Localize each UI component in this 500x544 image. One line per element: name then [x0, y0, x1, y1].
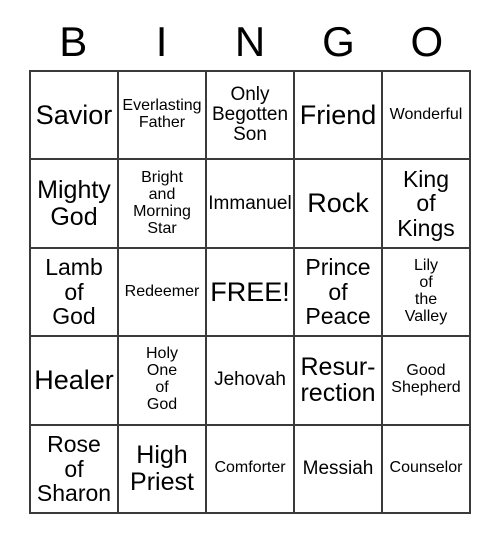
- bingo-cell-label: Good Shepherd: [391, 362, 461, 397]
- bingo-cell[interactable]: Prince of Peace: [295, 248, 383, 338]
- bingo-cell[interactable]: Holy One of God: [119, 337, 207, 426]
- bingo-cell[interactable]: Rock: [295, 160, 383, 249]
- bingo-cell-label: Comforter: [214, 459, 286, 477]
- bingo-cell[interactable]: Savior: [31, 72, 119, 161]
- bingo-cell-label: Prince of Peace: [305, 254, 371, 330]
- bingo-cell-label: Jehovah: [214, 369, 286, 391]
- bingo-cell[interactable]: Only Begotten Son: [207, 72, 295, 161]
- bingo-grid: Savior Everlasting Father Only Begotten …: [29, 70, 471, 514]
- bingo-cell-label: Friend: [299, 99, 377, 130]
- bingo-cell[interactable]: Comforter: [207, 425, 295, 514]
- bingo-cell-label: Messiah: [302, 457, 374, 479]
- bingo-cell[interactable]: High Priest: [119, 425, 207, 514]
- bingo-cell-label: Savior: [35, 99, 113, 130]
- bingo-cell[interactable]: Jehovah: [207, 337, 295, 426]
- bingo-cell[interactable]: Lily of the Valley: [383, 248, 471, 338]
- bingo-cell-label: King of Kings: [397, 166, 455, 241]
- bingo-cell[interactable]: Redeemer: [119, 248, 207, 338]
- bingo-cell[interactable]: Rose of Sharon: [31, 425, 119, 514]
- bingo-header-letter-n: N: [234, 18, 266, 65]
- bingo-cell-label: Mighty God: [37, 176, 111, 231]
- bingo-cell-label: Immanuel: [208, 192, 292, 214]
- bingo-cell-label: Counselor: [389, 459, 463, 477]
- bingo-cell-label: Lily of the Valley: [404, 257, 448, 325]
- bingo-card: B I N G O Savior Everlasting Father Only…: [0, 0, 500, 544]
- bingo-cell[interactable]: King of Kings: [383, 160, 471, 249]
- bingo-cell-label: Rose of Sharon: [36, 431, 112, 506]
- bingo-cell-label: Healer: [34, 365, 114, 396]
- bingo-cell[interactable]: Messiah: [295, 425, 383, 514]
- bingo-cell-label: Redeemer: [124, 282, 200, 300]
- bingo-cell[interactable]: Wonderful: [383, 72, 471, 161]
- bingo-cell[interactable]: Lamb of God: [31, 248, 119, 338]
- bingo-header-letter-g: G: [322, 18, 355, 65]
- bingo-cell-label: Bright and Morning Star: [133, 168, 191, 237]
- bingo-cell-label: Rock: [307, 188, 369, 219]
- bingo-cell-label: Lamb of God: [45, 254, 103, 330]
- bingo-cell-label: FREE!: [210, 276, 290, 307]
- bingo-cell[interactable]: Counselor: [383, 425, 471, 514]
- bingo-cell-free[interactable]: FREE!: [207, 248, 295, 338]
- bingo-cell[interactable]: Immanuel: [207, 160, 295, 249]
- bingo-cell-label: High Priest: [130, 441, 194, 496]
- bingo-cell-label: Holy One of God: [145, 345, 178, 414]
- bingo-cell[interactable]: Mighty God: [31, 160, 119, 249]
- bingo-header-letter-b: B: [59, 18, 88, 65]
- bingo-cell[interactable]: Everlasting Father: [119, 72, 207, 161]
- bingo-cell[interactable]: Healer: [31, 337, 119, 426]
- bingo-header-letter-i: I: [155, 18, 168, 65]
- bingo-header-letter-o: O: [410, 18, 444, 65]
- bingo-header-row: B I N G O: [29, 14, 471, 70]
- bingo-cell-label: Resur- rection: [300, 352, 376, 408]
- bingo-cell[interactable]: Good Shepherd: [383, 337, 471, 426]
- bingo-cell-label: Only Begotten Son: [211, 84, 289, 146]
- bingo-cell[interactable]: Resur- rection: [295, 337, 383, 426]
- bingo-cell[interactable]: Bright and Morning Star: [119, 160, 207, 249]
- bingo-cell-label: Everlasting Father: [122, 97, 202, 132]
- bingo-cell-label: Wonderful: [389, 105, 463, 123]
- bingo-cell[interactable]: Friend: [295, 72, 383, 161]
